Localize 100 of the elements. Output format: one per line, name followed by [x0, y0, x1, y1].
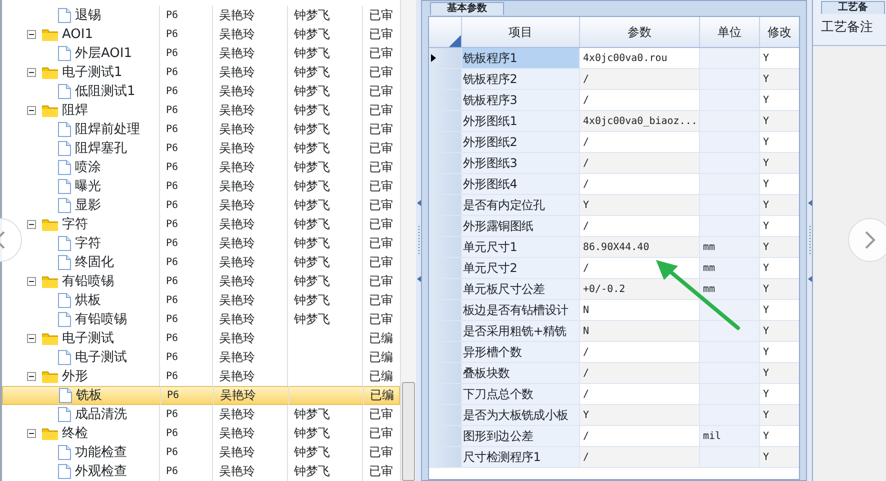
node-label[interactable]: 退锡: [75, 6, 101, 26]
table-cell: 单元尺寸1: [462, 237, 580, 257]
node-label[interactable]: 电子测试: [75, 348, 127, 368]
table-cell: /: [580, 69, 700, 89]
table-cell: mil: [700, 426, 760, 446]
table-cell: 吴艳玲: [212, 443, 287, 462]
table-cell: 吴艳玲: [212, 63, 287, 82]
table-cell: 已编: [362, 329, 396, 348]
table-cell: 吴艳玲: [212, 272, 287, 291]
table-cell: P6: [159, 424, 212, 443]
collapse-icon[interactable]: [27, 334, 36, 343]
table-cell: 钟梦飞: [287, 196, 362, 215]
collapse-icon[interactable]: [27, 68, 36, 77]
table-cell: Y: [580, 195, 700, 215]
column-header[interactable]: 项目: [462, 17, 580, 47]
table-cell: mm: [700, 258, 760, 278]
node-label[interactable]: 烘板: [75, 290, 101, 310]
table-cell: Y: [760, 447, 799, 467]
tab[interactable]: 基本参数: [430, 2, 504, 15]
collapse-icon[interactable]: [27, 277, 36, 286]
table-cell: 钟梦飞: [287, 82, 362, 101]
document-icon: [58, 236, 71, 251]
node-label[interactable]: 成品清洗: [75, 404, 127, 424]
table-cell: 钟梦飞: [287, 424, 362, 443]
document-icon: [58, 407, 71, 422]
node-label[interactable]: 曝光: [75, 176, 101, 196]
table-cell: Y: [760, 48, 799, 68]
node-label[interactable]: 显影: [75, 196, 101, 216]
tree-row[interactable]: 铣板 P6 吴艳玲 已编: [2, 386, 400, 405]
node-label[interactable]: 有铅喷锡: [62, 272, 114, 292]
table-cell: 吴艳玲: [212, 329, 287, 348]
document-icon: [58, 445, 71, 460]
table-cell: P6: [159, 462, 212, 481]
node-label[interactable]: 有铅喷锡: [75, 310, 127, 330]
node-label[interactable]: 阻焊前处理: [75, 120, 140, 140]
table-cell: Y: [760, 279, 799, 299]
table-cell: 钟梦飞: [287, 310, 362, 329]
table-cell: P6: [159, 158, 212, 177]
collapse-icon[interactable]: [27, 372, 36, 381]
table-cell: Y: [760, 195, 799, 215]
node-label[interactable]: 阻焊: [62, 100, 88, 120]
table-cell: 图形到边公差: [462, 426, 580, 446]
table-cell: P6: [159, 44, 212, 63]
table-cell: 钟梦飞: [287, 120, 362, 139]
node-label[interactable]: 喷涂: [75, 158, 101, 178]
collapse-icon[interactable]: [27, 30, 36, 39]
collapse-icon[interactable]: [27, 220, 36, 229]
node-label[interactable]: 电子测试: [62, 328, 114, 348]
node-label[interactable]: 字符: [62, 214, 88, 234]
table-cell: Y: [760, 426, 799, 446]
table-cell: 外形图纸4: [462, 174, 580, 194]
table-cell: 吴艳玲: [212, 215, 287, 234]
table-cell: 吴艳玲: [212, 405, 287, 424]
tab[interactable]: 工艺备: [821, 1, 885, 14]
node-label[interactable]: 外形: [62, 366, 88, 386]
node-label[interactable]: 电子测试1: [62, 62, 122, 82]
node-label[interactable]: 低阻测试1: [75, 82, 136, 102]
table-cell: 下刀点总个数: [462, 384, 580, 404]
node-label[interactable]: 终检: [62, 424, 88, 444]
table-cell: Y: [760, 69, 799, 89]
table-cell: 钟梦飞: [287, 405, 362, 424]
table-cell: 已审: [362, 310, 396, 329]
column-header[interactable]: 修改: [760, 17, 799, 47]
table-cell: 吴艳玲: [212, 177, 287, 196]
table-cell: P6: [159, 329, 212, 348]
column-header[interactable]: 单位: [700, 17, 760, 47]
table-cell: 已审: [362, 63, 396, 82]
scrollbar-thumb[interactable]: [402, 382, 415, 481]
corner-icon: [449, 35, 461, 47]
column-header[interactable]: 参数: [580, 17, 700, 47]
document-icon: [58, 293, 71, 308]
collapse-arrow-icon: [416, 200, 420, 206]
folder-icon: [42, 427, 58, 440]
collapse-icon[interactable]: [27, 106, 36, 115]
table-cell: 吴艳玲: [212, 462, 287, 481]
node-label[interactable]: 铣板: [76, 386, 102, 406]
node-label[interactable]: 外层AOI1: [75, 44, 132, 64]
table-cell: 已审: [362, 424, 396, 443]
document-icon: [58, 46, 71, 61]
table-cell: 已审: [362, 462, 396, 481]
table-cell: 钟梦飞: [287, 253, 362, 272]
table-cell: 钟梦飞: [287, 63, 362, 82]
table-cell: 已审: [362, 44, 396, 63]
table-cell: 已审: [362, 215, 396, 234]
table-cell: Y: [760, 237, 799, 257]
document-icon: [59, 388, 72, 403]
table-cell: 尺寸检测程序1: [462, 447, 580, 467]
table-cell: 钟梦飞: [287, 234, 362, 253]
node-label[interactable]: 字符: [75, 234, 101, 254]
node-label[interactable]: AOI1: [62, 24, 94, 44]
node-label[interactable]: 阻焊塞孔: [75, 138, 127, 158]
table-cell: 钟梦飞: [287, 158, 362, 177]
table-cell: P6: [159, 234, 212, 253]
row-pointer-icon: [431, 54, 436, 62]
table-cell: P6: [159, 139, 212, 158]
node-label[interactable]: 外观检查: [75, 462, 127, 481]
node-label[interactable]: 功能检查: [75, 442, 127, 462]
node-label[interactable]: 终固化: [75, 252, 114, 272]
collapse-icon[interactable]: [27, 429, 36, 438]
row-header[interactable]: [429, 48, 462, 68]
